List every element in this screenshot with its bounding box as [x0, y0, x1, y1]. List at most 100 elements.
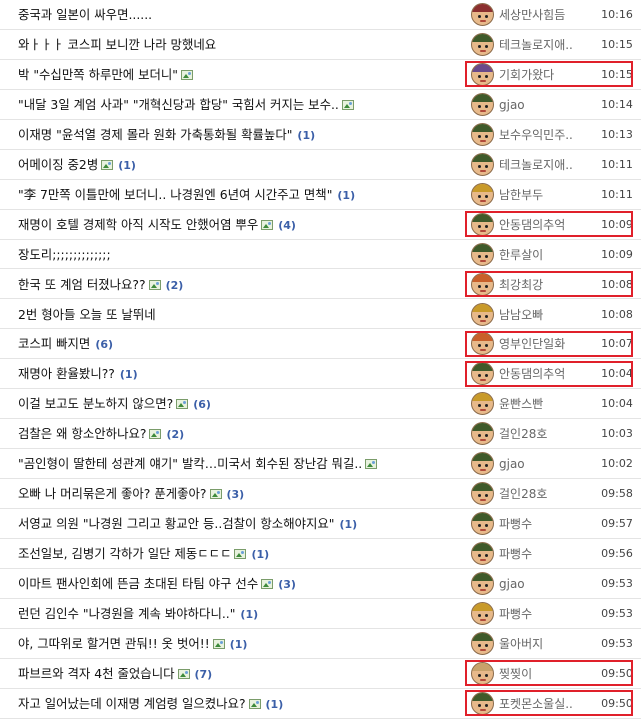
- comment-count[interactable]: (1): [251, 548, 269, 561]
- post-title-link[interactable]: 재명아 환율봤니??: [18, 366, 115, 381]
- avatar-icon: [471, 512, 494, 536]
- comment-count[interactable]: (6): [193, 398, 211, 411]
- author-cell: 울아버지: [471, 631, 591, 657]
- author-nickname[interactable]: 윤빤스빤: [499, 391, 543, 417]
- image-attachment-icon: [234, 549, 247, 560]
- comment-count[interactable]: (1): [340, 518, 358, 531]
- avatar-icon: [471, 661, 494, 685]
- author-cell: 걸인28호: [471, 421, 591, 447]
- avatar-icon: [471, 691, 494, 715]
- comment-count[interactable]: (3): [227, 488, 245, 501]
- author-cell: 안동댐의추억: [471, 361, 591, 387]
- post-row: 2번 형아들 오늘 또 날뛰네 남남오빠 10:08: [0, 300, 641, 330]
- author-cell: 파뻥수: [471, 541, 591, 567]
- post-title-link[interactable]: 장도리;;;;;;;;;;;;;;: [18, 247, 111, 262]
- post-time: 10:11: [601, 187, 633, 201]
- comment-count[interactable]: (1): [240, 608, 258, 621]
- avatar-icon: [471, 542, 494, 566]
- author-nickname[interactable]: 남남오빠: [499, 302, 543, 328]
- post-title-link[interactable]: "내달 3일 계엄 사과" "개혁신당과 합당" 국힘서 커지는 보수..: [18, 97, 339, 112]
- post-title-link[interactable]: 재명이 호텔 경제학 아직 시작도 안했어염 뿌우: [18, 217, 258, 232]
- post-time: 10:02: [601, 457, 633, 471]
- avatar-icon: [471, 572, 494, 596]
- author-nickname[interactable]: 파뻥수: [499, 511, 532, 537]
- author-nickname[interactable]: gjao: [499, 451, 525, 477]
- image-attachment-icon: [261, 579, 274, 590]
- post-title-link[interactable]: 한국 또 계엄 터졌나요??: [18, 277, 146, 292]
- post-row: 야, 그따위로 할거면 관둬!! 옷 벗어!! (1) 울아버지 09:53: [0, 629, 641, 659]
- post-time: 09:56: [601, 547, 633, 561]
- author-nickname[interactable]: 안동댐의추억: [499, 361, 565, 387]
- post-row: 한국 또 계엄 터졌나요?? (2) 최강최강 10:08: [0, 270, 641, 300]
- post-title-cell: 파브르와 격자 4천 줄었습니다 (7): [18, 659, 212, 688]
- post-row: 와ㅏㅏㅏ 코스피 보니깐 나라 망했네요 테크놀로지애.. 10:15: [0, 30, 641, 60]
- comment-count[interactable]: (1): [118, 159, 136, 172]
- author-cell: gjao: [471, 451, 591, 477]
- post-title-link[interactable]: 자고 일어났는데 이재명 계엄령 일으켰나요?: [18, 696, 246, 711]
- image-attachment-icon: [341, 99, 354, 110]
- avatar-icon: [471, 602, 494, 625]
- post-title-link[interactable]: 2번 형아들 오늘 또 날뛰네: [18, 307, 156, 322]
- post-title-link[interactable]: 런던 김인수 "나경원을 계속 봐야하다니..": [18, 606, 235, 621]
- comment-count[interactable]: (1): [337, 189, 355, 202]
- author-nickname[interactable]: 기회가왔다: [499, 62, 554, 88]
- comment-count[interactable]: (1): [120, 368, 138, 381]
- avatar-icon: [471, 92, 494, 116]
- post-row: 박 "수십만쪽 하루만에 보더니" 기회가왔다 10:15: [0, 60, 641, 90]
- post-title-link[interactable]: 이걸 보고도 분노하지 않으면?: [18, 396, 173, 411]
- comment-count[interactable]: (2): [166, 428, 184, 441]
- post-time: 10:13: [601, 127, 633, 141]
- author-nickname[interactable]: 걸인28호: [499, 421, 547, 447]
- post-row: 재명아 환율봤니?? (1) 안동댐의추억 10:04: [0, 359, 641, 390]
- comment-count[interactable]: (1): [297, 129, 315, 142]
- post-title-cell: 어메이징 중2병 (1): [18, 150, 136, 179]
- avatar-icon: [471, 182, 494, 206]
- author-nickname[interactable]: 파뻥수: [499, 601, 532, 627]
- post-title-link[interactable]: 중국과 일본이 싸우면......: [18, 7, 152, 22]
- author-nickname[interactable]: 한루살이: [499, 242, 543, 268]
- post-title-cell: 자고 일어났는데 이재명 계엄령 일으켰나요? (1): [18, 689, 283, 718]
- post-title-link[interactable]: 이마트 팬사인회에 뜬금 초대된 타팀 야구 선수: [18, 576, 258, 591]
- post-title-link[interactable]: 야, 그따위로 할거면 관둬!! 옷 벗어!!: [18, 636, 210, 651]
- post-title-link[interactable]: "李 7만쪽 이틀만에 보더니.. 나경원엔 6년여 시간주고 면책": [18, 187, 332, 202]
- author-nickname[interactable]: 포켓몬소울실..: [499, 691, 573, 717]
- post-row: 검찰은 왜 항소안하나요? (2) 걸인28호 10:03: [0, 419, 641, 450]
- author-nickname[interactable]: 영부인단일화: [499, 331, 565, 357]
- post-title-link[interactable]: 박 "수십만쪽 하루만에 보더니": [18, 67, 178, 82]
- image-attachment-icon: [181, 69, 194, 80]
- author-nickname[interactable]: 찢찢이: [499, 661, 532, 687]
- author-nickname[interactable]: 파뻥수: [499, 541, 532, 567]
- post-title-link[interactable]: 파브르와 격자 4천 줄었습니다: [18, 666, 175, 681]
- post-time: 10:16: [601, 8, 633, 21]
- author-nickname[interactable]: 최강최강: [499, 272, 543, 298]
- author-nickname[interactable]: 세상만사힘듬: [499, 2, 565, 28]
- post-time: 10:11: [601, 157, 633, 171]
- author-nickname[interactable]: 울아버지: [499, 631, 543, 657]
- author-nickname[interactable]: 테크놀로지애..: [499, 152, 573, 178]
- author-nickname[interactable]: 남한부두: [499, 182, 543, 208]
- comment-count[interactable]: (2): [166, 279, 184, 292]
- post-time: 10:03: [601, 427, 633, 441]
- comment-count[interactable]: (4): [278, 219, 296, 232]
- author-nickname[interactable]: gjao: [499, 571, 525, 597]
- post-title-link[interactable]: 검찰은 왜 항소안하나요?: [18, 426, 146, 441]
- author-nickname[interactable]: 보수우익민주..: [499, 122, 573, 148]
- author-nickname[interactable]: 안동댐의추억: [499, 212, 565, 238]
- post-title-link[interactable]: 서영교 의원 "나경원 그리고 황교안 등..검찰이 항소해야지요": [18, 516, 335, 531]
- post-title-link[interactable]: 이재명 "윤석열 경제 몰라 원화 가축통화될 확률높다": [18, 127, 292, 142]
- post-title-link[interactable]: "곰인형이 딸한테 성관계 얘기" 발칵…미국서 회수된 장난감 뭐길..: [18, 456, 362, 471]
- comment-count[interactable]: (1): [230, 638, 248, 651]
- comment-count[interactable]: (7): [195, 668, 213, 681]
- comment-count[interactable]: (6): [95, 338, 113, 351]
- post-title-link[interactable]: 어메이징 중2병: [18, 157, 98, 172]
- comment-count[interactable]: (3): [278, 578, 296, 591]
- post-title-link[interactable]: 코스피 빠지면: [18, 336, 90, 351]
- comment-count[interactable]: (1): [266, 698, 284, 711]
- post-title-link[interactable]: 와ㅏㅏㅏ 코스피 보니깐 나라 망했네요: [18, 37, 216, 52]
- author-nickname[interactable]: 테크놀로지애..: [499, 32, 573, 58]
- author-nickname[interactable]: 걸인28호: [499, 481, 547, 507]
- author-cell: 포켓몬소울실..: [471, 691, 591, 717]
- post-title-link[interactable]: 오빠 나 머리묶은게 좋아? 푼게좋아?: [18, 486, 207, 501]
- author-nickname[interactable]: gjao: [499, 92, 525, 118]
- post-title-link[interactable]: 조선일보, 김병기 각하가 일단 제동ㄷㄷㄷ: [18, 546, 231, 561]
